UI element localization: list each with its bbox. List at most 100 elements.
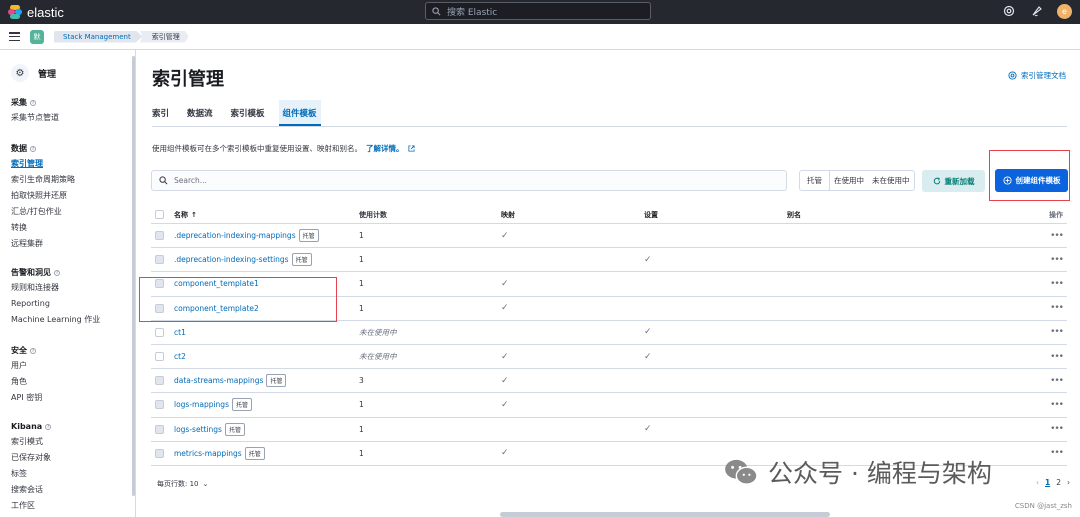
tab-index-templates[interactable]: 索引模板 (231, 100, 265, 126)
create-component-template-button[interactable]: 创建组件模板 (995, 169, 1068, 192)
search-icon (159, 176, 168, 185)
top-header: elastic 搜索 Elastic e (0, 0, 1080, 24)
row-checkbox[interactable] (155, 400, 164, 410)
wechat-icon (725, 459, 758, 485)
nav-item-ingest-pipelines[interactable]: 采集节点管道 (11, 109, 59, 125)
filter-managed[interactable]: 托管 (800, 171, 830, 190)
column-header-name[interactable]: 名称 ↑ (171, 210, 356, 220)
elastic-logo[interactable]: elastic (8, 5, 64, 20)
info-icon: ? (30, 347, 36, 354)
global-search-input[interactable]: 搜索 Elastic (425, 2, 651, 20)
check-icon: ✓ (501, 303, 509, 314)
nav-item-transforms[interactable]: 转换 (11, 219, 75, 235)
breadcrumb-index-management: 索引管理 (139, 30, 189, 43)
external-link-icon (407, 145, 415, 152)
row-actions-icon[interactable]: ••• (1027, 231, 1067, 241)
nav-item-rules-connectors[interactable]: 规则和连接器 (11, 279, 100, 295)
main-content: 索引管理 索引管理文档 索引 数据流 索引模板 组件模板 使用组件模板可在多个索… (137, 50, 1080, 517)
usage-count: 1 (359, 448, 364, 458)
nav-group-title: 告警和洞见 (11, 268, 51, 277)
info-icon: ? (54, 269, 60, 276)
nav-item-rollup-jobs[interactable]: 汇总/打包作业 (11, 203, 75, 219)
row-actions-icon[interactable]: ••• (1027, 255, 1067, 265)
filter-in-use[interactable]: 在使用中 (830, 171, 868, 190)
tab-indices[interactable]: 索引 (152, 100, 169, 126)
template-name-link[interactable]: ct1 (174, 328, 186, 337)
breadcrumb-stack-management[interactable]: Stack Management (54, 30, 143, 43)
chevron-right-icon[interactable]: › (1067, 478, 1070, 487)
pagination: ‹ 1 2 › (1036, 478, 1070, 487)
tab-data-streams[interactable]: 数据流 (187, 100, 213, 126)
row-checkbox[interactable] (155, 327, 164, 337)
row-actions-icon[interactable]: ••• (1027, 400, 1067, 410)
nav-item-tags[interactable]: 标签 (11, 465, 51, 481)
nav-item-search-sessions[interactable]: 搜索会话 (11, 481, 51, 497)
breadcrumb: Stack Management 索引管理 (54, 30, 189, 43)
rows-highlight (139, 277, 337, 322)
space-selector[interactable]: 默 (30, 29, 44, 44)
nav-item-roles[interactable]: 角色 (11, 373, 42, 389)
tab-component-templates[interactable]: 组件模板 (278, 100, 321, 126)
row-actions-icon[interactable]: ••• (1027, 327, 1067, 337)
row-checkbox[interactable] (155, 352, 164, 362)
docs-link[interactable]: 索引管理文档 (1008, 70, 1066, 81)
menu-toggle-icon[interactable] (9, 32, 20, 41)
nav-item-api-keys[interactable]: API 密钥 (11, 389, 42, 405)
page-1-link[interactable]: 1 (1045, 478, 1050, 487)
nav-item-snapshot-restore[interactable]: 拍取快照并还原 (11, 187, 75, 203)
managed-badge: 托管 (298, 229, 319, 243)
table-row: .deprecation-indexing-settings 托管 1 ✓ ••• (151, 248, 1067, 273)
page-2-link[interactable]: 2 (1056, 478, 1061, 487)
table-row: .deprecation-indexing-mappings 托管 1 ✓ ••• (151, 224, 1067, 249)
horizontal-scrollbar[interactable] (500, 512, 830, 517)
row-checkbox[interactable] (155, 231, 164, 241)
row-checkbox[interactable] (155, 376, 164, 386)
nav-item-ilm-policies[interactable]: 索引生命周期策略 (11, 171, 75, 187)
row-actions-icon[interactable]: ••• (1027, 279, 1067, 289)
breadcrumb-bar: 默 Stack Management 索引管理 (0, 24, 1080, 50)
nav-item-ml-jobs[interactable]: Machine Learning 作业 (11, 311, 100, 327)
check-icon: ✓ (501, 399, 509, 410)
template-name-link[interactable]: data-streams-mappings (174, 376, 263, 385)
nav-item-users[interactable]: 用户 (11, 357, 42, 373)
check-icon: ✓ (501, 278, 509, 289)
row-actions-icon[interactable]: ••• (1027, 352, 1067, 362)
user-avatar[interactable]: e (1057, 3, 1072, 19)
template-name-link[interactable]: metrics-mappings (174, 449, 242, 458)
template-name-link[interactable]: logs-settings (174, 425, 222, 434)
row-actions-icon[interactable]: ••• (1027, 303, 1067, 313)
info-icon: ? (45, 423, 52, 430)
nav-item-index-management[interactable]: 索引管理 (11, 155, 75, 171)
template-name-link[interactable]: .deprecation-indexing-mappings (174, 231, 296, 240)
row-checkbox[interactable] (155, 424, 164, 434)
sidenav-scrollbar[interactable] (132, 56, 135, 496)
global-search-placeholder: 搜索 Elastic (447, 7, 498, 18)
reload-button[interactable]: 重新加载 (922, 170, 985, 192)
template-name-link[interactable]: ct2 (174, 352, 186, 361)
table-search-input[interactable]: Search... (151, 170, 787, 191)
nav-item-index-patterns[interactable]: 索引模式 (11, 433, 51, 449)
template-name-link[interactable]: .deprecation-indexing-settings (174, 255, 289, 264)
learn-more-link[interactable]: 了解详情。 (366, 143, 404, 154)
template-name-link[interactable]: logs-mappings (174, 400, 229, 409)
filter-not-in-use[interactable]: 未在使用中 (868, 171, 914, 190)
elastic-logo-icon (8, 5, 22, 19)
row-actions-icon[interactable]: ••• (1027, 448, 1067, 458)
rows-per-page-label: 每页行数: 10 (157, 480, 199, 488)
nav-item-spaces[interactable]: 工作区 (11, 497, 51, 513)
newsfeed-icon[interactable] (1029, 3, 1045, 19)
create-button-label: 创建组件模板 (1015, 176, 1061, 185)
rows-per-page-selector[interactable]: 每页行数: 10 ⌄ (157, 479, 208, 489)
row-actions-icon[interactable]: ••• (1027, 376, 1067, 386)
row-actions-icon[interactable]: ••• (1027, 424, 1067, 434)
help-icon[interactable] (1001, 3, 1017, 19)
row-checkbox[interactable] (155, 448, 164, 458)
nav-item-remote-clusters[interactable]: 远程集群 (11, 235, 75, 251)
row-checkbox[interactable] (155, 255, 164, 265)
nav-item-reporting[interactable]: Reporting (11, 295, 100, 311)
chevron-left-icon[interactable]: ‹ (1036, 478, 1039, 487)
usage-count: 1 (359, 303, 364, 313)
select-all-checkbox[interactable] (155, 210, 164, 219)
watermark-text: 公众号 · 编程与架构 (768, 459, 992, 488)
nav-item-saved-objects[interactable]: 已保存对象 (11, 449, 51, 465)
